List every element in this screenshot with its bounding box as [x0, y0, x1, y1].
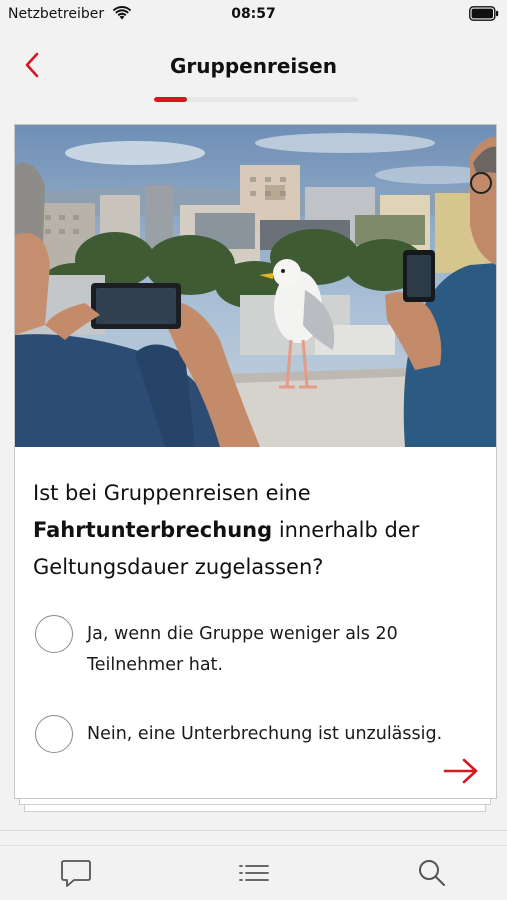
- quiz-progress-bar: [154, 97, 358, 102]
- chat-bubble-icon: [61, 860, 91, 887]
- next-button[interactable]: [442, 756, 480, 786]
- navigation-bar: Gruppenreisen: [0, 40, 507, 90]
- list-icon: [239, 865, 269, 881]
- question-text-part-1: Ist bei Gruppenreisen eine: [33, 481, 311, 505]
- answer-option-2-label: Nein, eine Unterbrechung ist unzulässig.: [87, 724, 443, 744]
- radio-button-icon[interactable]: [35, 715, 73, 753]
- radio-button-icon[interactable]: [35, 615, 73, 653]
- content-divider: [0, 830, 507, 831]
- answer-option-2[interactable]: Nein, eine Unterbrechung ist unzulässig.: [33, 715, 483, 755]
- question-text: Ist bei Gruppenreisen eine Fahrtunterbre…: [33, 475, 481, 586]
- question-card: Ist bei Gruppenreisen eine Fahrtunterbre…: [14, 124, 497, 799]
- answer-option-1[interactable]: Ja, wenn die Gruppe weniger als 20 Teiln…: [33, 615, 483, 679]
- tab-bar: [0, 846, 507, 900]
- tab-list[interactable]: [236, 856, 272, 890]
- battery-icon: [469, 6, 499, 21]
- question-text-emphasis: Fahrtunterbrechung: [33, 518, 273, 542]
- page-title: Gruppenreisen: [170, 54, 337, 78]
- tab-search[interactable]: [414, 856, 450, 890]
- tab-chat[interactable]: [58, 856, 94, 890]
- arrow-right-icon: [443, 758, 478, 784]
- answer-option-1-label: Ja, wenn die Gruppe weniger als 20 Teiln…: [87, 624, 398, 675]
- status-bar: Netzbetreiber 08:57: [0, 0, 507, 28]
- question-photo: [15, 125, 496, 447]
- clock: 08:57: [231, 6, 276, 22]
- search-icon: [419, 860, 445, 886]
- quiz-progress-fill: [154, 97, 187, 102]
